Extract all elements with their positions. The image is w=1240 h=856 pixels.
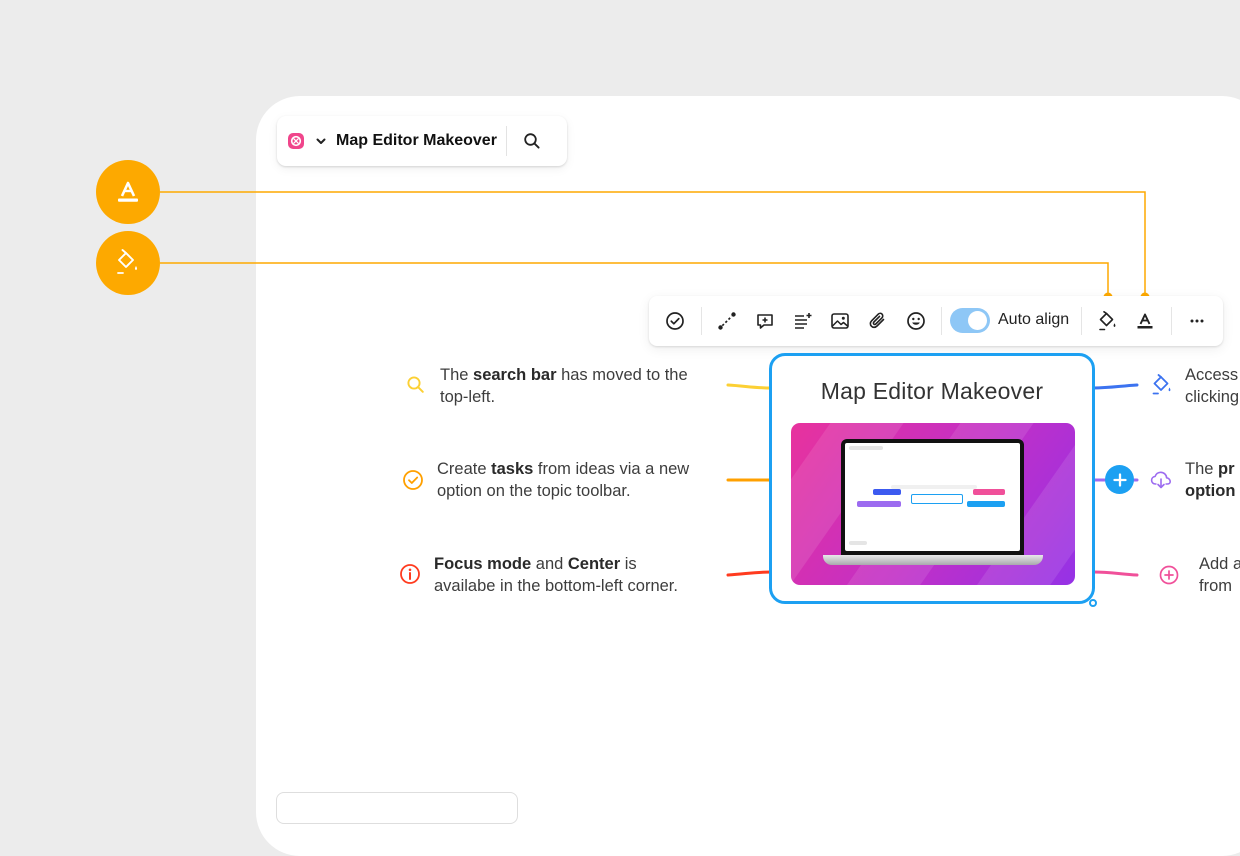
note-fill-style: Access clicking (1185, 366, 1240, 406)
attachment-icon (869, 312, 885, 329)
laptop-screen (841, 439, 1024, 555)
text-style-icon (118, 181, 138, 202)
divider (1171, 307, 1172, 335)
image-button[interactable] (828, 309, 852, 333)
laptop-image (791, 423, 1075, 585)
comment-icon (757, 314, 773, 329)
cloud-download-icon (1150, 469, 1172, 491)
laptop-base (823, 555, 1043, 565)
map-title[interactable]: Map Editor Makeover (336, 132, 497, 150)
mini-node (857, 501, 901, 507)
image-icon (831, 313, 849, 329)
topic-toolbar: Auto align (649, 296, 1223, 346)
mini-footer (849, 541, 867, 545)
mini-node (873, 489, 901, 495)
mini-toolbar (891, 485, 977, 489)
laptop-screen-content (845, 443, 1020, 551)
search-icon (405, 374, 427, 396)
emoji-button[interactable] (904, 309, 928, 333)
text-style-callout (96, 160, 160, 224)
add-circle-icon (1158, 564, 1180, 586)
emoji-icon (907, 312, 925, 330)
paint-bucket-icon (1099, 311, 1116, 331)
mini-node (967, 501, 1005, 507)
note-presentation: The pr option (1185, 460, 1236, 500)
note-focus-mode: Focus mode and Center is availabe in the… (434, 555, 678, 595)
chevron-down-icon[interactable] (313, 133, 329, 149)
notes-button[interactable] (791, 309, 815, 333)
mini-node (973, 489, 1005, 495)
notes-icon (795, 313, 812, 329)
more-icon (1190, 319, 1204, 323)
divider (941, 307, 942, 335)
divider (1081, 307, 1082, 335)
task-check-icon (666, 312, 684, 330)
attachment-button[interactable] (866, 309, 890, 333)
paint-bucket-icon (117, 249, 138, 274)
paint-bucket-icon (1151, 374, 1173, 396)
map-title-bar: Map Editor Makeover (277, 116, 567, 166)
fill-style-button[interactable] (1096, 309, 1120, 333)
mini-central-node (911, 494, 963, 504)
relationship-icon (718, 312, 736, 330)
comment-button[interactable] (753, 309, 777, 333)
toggle-knob (968, 311, 987, 330)
more-options-button[interactable] (1185, 309, 1209, 333)
app-logo-icon[interactable] (287, 132, 305, 150)
note-tasks: Create tasks from ideas via a new option… (437, 460, 690, 500)
add-task-button[interactable] (663, 309, 687, 333)
divider (701, 307, 702, 335)
task-check-icon (402, 469, 424, 491)
central-topic-title: Map Editor Makeover (820, 378, 1044, 404)
search-icon (524, 133, 540, 149)
plus-icon (1112, 472, 1127, 487)
relationship-button[interactable] (715, 309, 739, 333)
auto-align-toggle[interactable] (950, 308, 990, 333)
add-topic-button[interactable] (1105, 465, 1134, 494)
resize-handle[interactable] (1089, 599, 1097, 607)
note-add: Add a from (1199, 555, 1240, 595)
info-icon (399, 563, 421, 585)
mini-titlebar (849, 446, 883, 450)
paint-bucket-callout (96, 231, 160, 295)
search-button[interactable] (507, 116, 557, 166)
bottom-left-panel (276, 792, 518, 824)
note-search-bar: The search bar has moved to the top-left… (440, 366, 688, 406)
text-style-icon (1137, 313, 1153, 329)
central-topic[interactable]: Map Editor Makeover (769, 353, 1095, 604)
auto-align-label: Auto align (998, 311, 1070, 328)
text-style-button[interactable] (1133, 309, 1157, 333)
